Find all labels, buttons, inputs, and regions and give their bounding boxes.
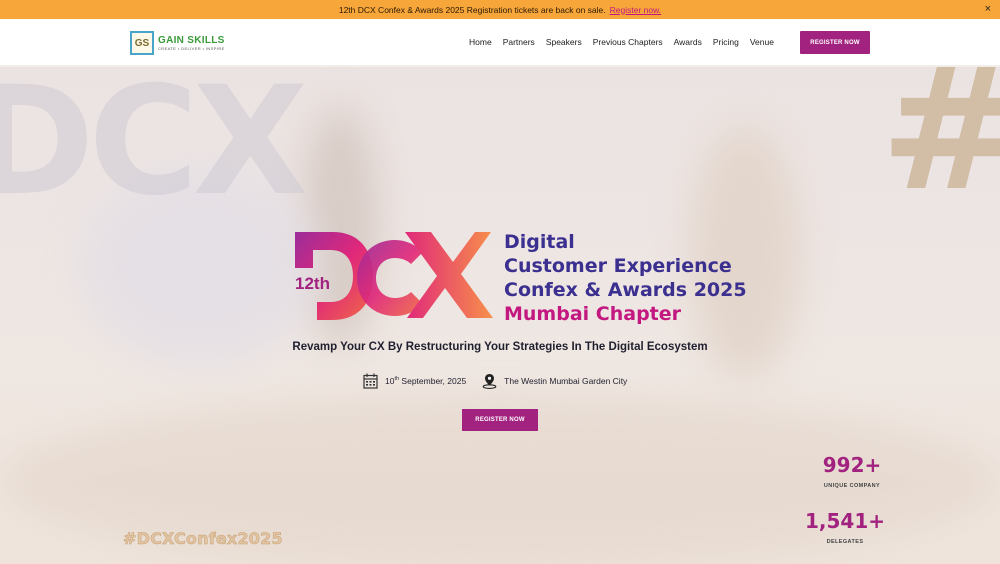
title-line-2: Customer Experience (504, 255, 732, 277)
stat-label: DELEGATES (826, 539, 864, 545)
stat-delegates: 1,541+ DELEGATES (785, 509, 905, 545)
logo-name: GAIN SKILLS (158, 34, 225, 46)
logo-mark: GS (130, 31, 154, 55)
background-dcx-text: DCX (0, 67, 308, 229)
logo-text: GAIN SKILLS CREATE • DELIVER • INSPIRE (158, 35, 225, 52)
nav-speakers[interactable]: Speakers (546, 37, 582, 47)
stat-label: UNIQUE COMPANY (823, 483, 881, 489)
stat-unique-company: 992+ UNIQUE COMPANY (792, 453, 912, 489)
event-logo-mark: 12th (295, 232, 495, 320)
main-nav: Home Partners Speakers Previous Chapters… (469, 37, 785, 47)
title-line-3: Confex & Awards 2025 (504, 279, 747, 301)
header-register-button[interactable]: REGISTER NOW (800, 31, 870, 54)
logo[interactable]: GS GAIN SKILLS CREATE • DELIVER • INSPIR… (130, 31, 225, 55)
site-header: GS GAIN SKILLS CREATE • DELIVER • INSPIR… (0, 19, 1000, 66)
edition-number: 12th (295, 274, 330, 293)
event-title: Digital Customer Experience Confex & Awa… (504, 230, 747, 326)
hero-register-button[interactable]: REGISTER NOW (462, 409, 538, 431)
background-hash-symbol: # (880, 67, 1000, 215)
hero-section: DCX # 12th Digital (0, 67, 1000, 564)
nav-partners[interactable]: Partners (503, 37, 535, 47)
close-icon[interactable]: × (985, 3, 991, 16)
event-meta: 10th September, 2025 The Westin Mumbai G… (362, 373, 627, 389)
event-venue: The Westin Mumbai Garden City (504, 376, 628, 386)
location-pin-icon (481, 373, 497, 389)
register-now-link[interactable]: Register now. (610, 5, 662, 15)
event-hashtag: #DCXConfex2025 (123, 529, 283, 549)
logo-tagline: CREATE • DELIVER • INSPIRE (158, 45, 225, 51)
nav-venue[interactable]: Venue (750, 37, 774, 47)
nav-home[interactable]: Home (469, 37, 492, 47)
title-line-1: Digital (504, 231, 575, 253)
chapter-name: Mumbai Chapter (504, 303, 682, 325)
announcement-bar: 12th DCX Confex & Awards 2025 Registrati… (0, 0, 1000, 19)
nav-previous-chapters[interactable]: Previous Chapters (593, 37, 663, 47)
date-rest: September, 2025 (399, 376, 467, 386)
nav-pricing[interactable]: Pricing (713, 37, 739, 47)
nav-awards[interactable]: Awards (674, 37, 702, 47)
stat-value: 1,541+ (804, 509, 886, 533)
event-date: 10th September, 2025 (385, 376, 466, 386)
announcement-text: 12th DCX Confex & Awards 2025 Registrati… (338, 4, 606, 15)
stat-value: 992+ (822, 453, 882, 477)
hero-tagline: Revamp Your CX By Restructuring Your Str… (292, 341, 708, 353)
calendar-icon (362, 373, 378, 389)
